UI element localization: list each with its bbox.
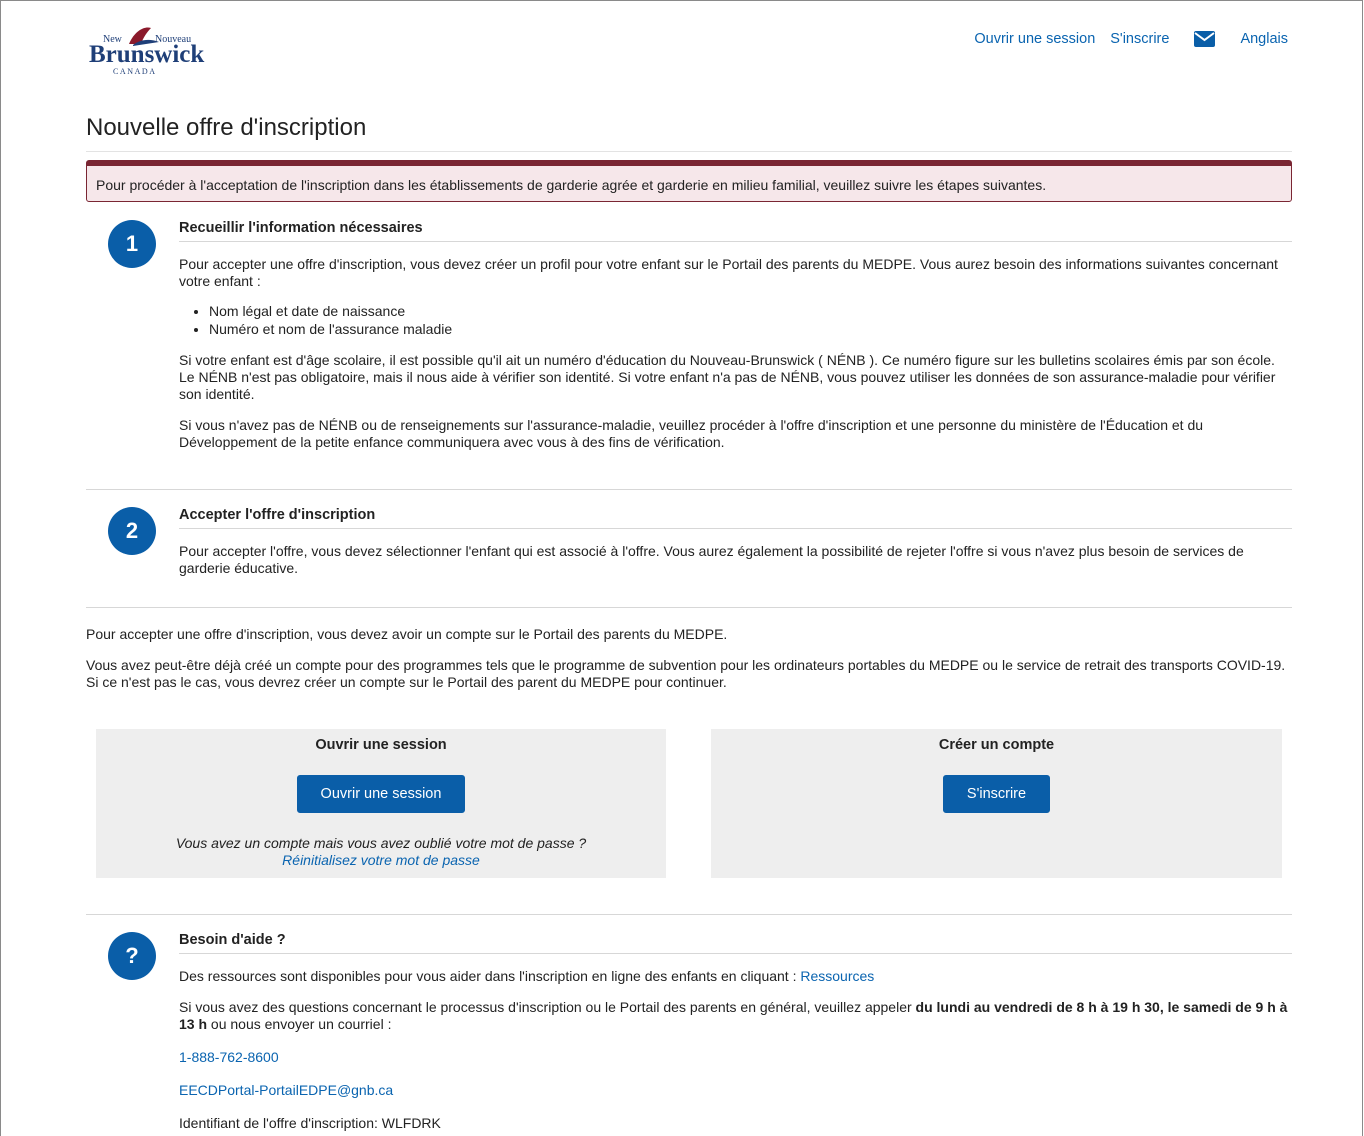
help-questions-tail: ou nous envoyer un courriel : [207, 1016, 392, 1032]
help-phone-row: 1-888-762-8600 [179, 1049, 1292, 1066]
envelope-icon[interactable] [1194, 31, 1216, 47]
step-1-badge: 1 [108, 220, 156, 268]
gnb-logo[interactable]: New Nouveau Brunswick C A N A D A [89, 20, 219, 76]
step-1-bullets: Nom légal et date de naissance Numéro et… [179, 302, 1292, 338]
forgot-password-text: Vous avez un compte mais vous avez oubli… [175, 835, 587, 851]
offer-id-label: Identifiant de l'offre d'inscription: [179, 1115, 382, 1131]
offer-id-value: WLFDRK [381, 1115, 441, 1131]
account-info: Pour accepter une offre d'inscription, v… [86, 626, 1292, 691]
step-1-heading: Recueillir l'information nécessaires [179, 220, 1292, 242]
step-2-badge: 2 [108, 507, 156, 555]
logo-brunswick: Brunswick [89, 41, 204, 68]
divider [86, 914, 1292, 915]
divider [86, 607, 1292, 608]
register-card-heading: Créer un compte [938, 737, 1055, 753]
step-1-paragraph-3: Si vous n'avez pas de NÉNB ou de renseig… [179, 417, 1204, 450]
help-body: Besoin d'aide ? Des ressources sont disp… [179, 932, 1292, 1132]
nav-login-link[interactable]: Ouvrir une session [974, 31, 1095, 47]
nav-language-link[interactable]: Anglais [1240, 31, 1288, 47]
help-questions: Si vous avez des questions concernant le… [179, 999, 1292, 1033]
login-button[interactable]: Ouvrir une session [296, 775, 466, 813]
help-resources-text: Des ressources sont disponibles pour vou… [179, 968, 801, 984]
help-section: ? Besoin d'aide ? Des ressources sont di… [108, 932, 1292, 1136]
info-alert: Pour procéder à l'acceptation de l'inscr… [86, 160, 1292, 202]
reset-password-link[interactable]: Réinitialisez votre mot de passe [282, 852, 480, 868]
forgot-password-note: Vous avez un compte mais vous avez oubli… [96, 835, 666, 869]
title-divider [86, 151, 1292, 152]
logo-canada: C A N A D A [113, 67, 155, 76]
list-item: Nom légal et date de naissance [209, 302, 1292, 320]
list-item: Numéro et nom de l'assurance maladie [209, 320, 1292, 338]
step-2-text: Pour accepter l'offre, vous devez sélect… [179, 543, 1244, 576]
login-card-heading: Ouvrir une session [315, 737, 447, 753]
step-2-section: 2 Accepter l'offre d'inscription Pour ac… [108, 507, 1292, 587]
top-navigation: Ouvrir une session S'inscrire Anglais [959, 31, 1288, 47]
offer-id-row: Identifiant de l'offre d'inscription: WL… [179, 1115, 1292, 1132]
divider [86, 489, 1292, 490]
nav-register-link[interactable]: S'inscrire [1110, 31, 1169, 47]
phone-link[interactable]: 1-888-762-8600 [179, 1049, 279, 1065]
help-badge: ? [108, 932, 156, 980]
page-title: Nouvelle offre d'inscription [86, 114, 367, 141]
step-1-section: 1 Recueillir l'information nécessaires P… [108, 220, 1292, 470]
account-line-2: Vous avez peut-être déjà créé un compte … [86, 657, 1286, 690]
email-link[interactable]: EECDPortal-PortailEDPE@gnb.ca [179, 1082, 393, 1098]
step-2-heading: Accepter l'offre d'inscription [179, 507, 1292, 529]
help-heading: Besoin d'aide ? [179, 932, 1292, 954]
step-2-body: Accepter l'offre d'inscription Pour acce… [179, 507, 1292, 577]
register-card: Créer un compte S'inscrire [711, 729, 1282, 878]
step-1-body: Recueillir l'information nécessaires Pou… [179, 220, 1292, 451]
register-button[interactable]: S'inscrire [942, 775, 1051, 813]
step-1-paragraph-2: Si votre enfant est d'âge scolaire, il e… [179, 352, 1276, 402]
resources-link[interactable]: Ressources [800, 968, 874, 984]
step-1-intro: Pour accepter une offre d'inscription, v… [179, 256, 1278, 289]
help-resources: Des ressources sont disponibles pour vou… [179, 968, 1292, 985]
help-questions-text: Si vous avez des questions concernant le… [179, 999, 916, 1015]
account-line-1: Pour accepter une offre d'inscription, v… [86, 626, 728, 642]
login-card: Ouvrir une session Ouvrir une session Vo… [96, 729, 666, 878]
help-email-row: EECDPortal-PortailEDPE@gnb.ca [179, 1082, 1292, 1099]
